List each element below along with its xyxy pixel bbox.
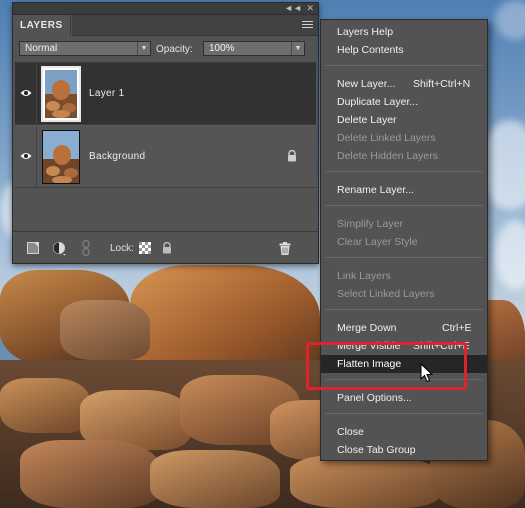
menu-item-label: Select Linked Layers bbox=[337, 288, 435, 300]
menu-item-simplify-layer: Simplify Layer bbox=[321, 215, 487, 233]
layer-name: Layer 1 bbox=[89, 88, 125, 99]
panel-bottom-toolbar: Lock: bbox=[13, 231, 318, 263]
adjustment-layer-icon[interactable] bbox=[53, 242, 67, 256]
layer-thumbnail bbox=[41, 66, 81, 122]
visibility-toggle[interactable] bbox=[15, 63, 37, 124]
trash-icon[interactable] bbox=[279, 242, 291, 255]
highlight-callout bbox=[306, 342, 467, 390]
menu-item-rename-layer[interactable]: Rename Layer... bbox=[321, 181, 487, 199]
lock-all-icon[interactable] bbox=[161, 242, 173, 254]
opacity-field[interactable]: 100% ▼ bbox=[203, 41, 305, 56]
menu-item-label: Simplify Layer bbox=[337, 218, 403, 230]
collapse-panel-icon[interactable]: ◄◄ bbox=[284, 3, 302, 14]
layer-options-row: Normal ▼ Opacity: 100% ▼ bbox=[13, 36, 318, 62]
menu-item-label: Clear Layer Style bbox=[337, 236, 418, 248]
visibility-toggle[interactable] bbox=[15, 126, 37, 187]
rock bbox=[150, 450, 280, 508]
menu-item-panel-options[interactable]: Panel Options... bbox=[321, 389, 487, 407]
tab-strip bbox=[72, 15, 318, 36]
menu-item-label: Close Tab Group bbox=[337, 444, 416, 456]
menu-item-label: New Layer... bbox=[337, 78, 396, 90]
tab-layers[interactable]: LAYERS bbox=[13, 15, 71, 36]
menu-item-delete-layer[interactable]: Delete Layer bbox=[321, 111, 487, 129]
link-layers-icon[interactable] bbox=[81, 240, 91, 256]
layer-row-background[interactable]: Background bbox=[15, 126, 316, 188]
lock-icon bbox=[288, 150, 296, 162]
menu-item-help-contents[interactable]: Help Contents bbox=[321, 41, 487, 59]
blend-mode-value: Normal bbox=[25, 43, 58, 54]
menu-item-select-linked-layers: Select Linked Layers bbox=[321, 285, 487, 303]
eye-icon bbox=[20, 153, 32, 159]
menu-separator bbox=[325, 171, 483, 172]
panel-menu-icon[interactable] bbox=[302, 21, 313, 30]
layers-list: Layer 1 Background bbox=[15, 62, 316, 188]
opacity-label: Opacity: bbox=[156, 44, 193, 55]
menu-item-label: Delete Hidden Layers bbox=[337, 150, 438, 162]
chevron-down-icon: ▼ bbox=[291, 42, 304, 55]
eye-icon bbox=[20, 90, 32, 96]
menu-item-label: Delete Layer bbox=[337, 114, 397, 126]
menu-item-label: Merge Down bbox=[337, 322, 397, 334]
chevron-down-icon: ▼ bbox=[137, 42, 150, 55]
menu-item-close-tab-group[interactable]: Close Tab Group bbox=[321, 441, 487, 459]
menu-item-label: Layers Help bbox=[337, 26, 394, 38]
menu-item-link-layers: Link Layers bbox=[321, 267, 487, 285]
layer-name: Background bbox=[89, 151, 146, 162]
mouse-pointer-icon bbox=[420, 363, 434, 383]
menu-item-duplicate-layer[interactable]: Duplicate Layer... bbox=[321, 93, 487, 111]
blend-mode-select[interactable]: Normal ▼ bbox=[19, 41, 151, 56]
menu-separator bbox=[325, 413, 483, 414]
menu-item-label: Duplicate Layer... bbox=[337, 96, 419, 108]
menu-item-clear-layer-style: Clear Layer Style bbox=[321, 233, 487, 251]
menu-item-delete-hidden-layers: Delete Hidden Layers bbox=[321, 147, 487, 165]
rock bbox=[0, 378, 90, 433]
menu-item-shortcut: Shift+Ctrl+N bbox=[413, 78, 471, 90]
rock bbox=[290, 455, 440, 508]
close-panel-icon[interactable]: ✕ bbox=[306, 3, 314, 14]
menu-item-label: Panel Options... bbox=[337, 392, 412, 404]
lock-label: Lock: bbox=[110, 243, 134, 254]
menu-item-delete-linked-layers: Delete Linked Layers bbox=[321, 129, 487, 147]
layer-row-layer-1[interactable]: Layer 1 bbox=[15, 63, 316, 125]
layer-thumbnail bbox=[42, 130, 80, 184]
menu-separator bbox=[325, 257, 483, 258]
opacity-value: 100% bbox=[209, 43, 235, 54]
menu-item-layers-help[interactable]: Layers Help bbox=[321, 23, 487, 41]
menu-item-label: Help Contents bbox=[337, 44, 404, 56]
menu-item-new-layer[interactable]: New Layer... Shift+Ctrl+N bbox=[321, 75, 487, 93]
menu-item-close[interactable]: Close bbox=[321, 423, 487, 441]
menu-item-label: Link Layers bbox=[337, 270, 391, 282]
menu-item-label: Rename Layer... bbox=[337, 184, 415, 196]
menu-separator bbox=[325, 309, 483, 310]
menu-item-label: Close bbox=[337, 426, 364, 438]
panel-flyout-menu: Layers Help Help Contents New Layer... Sh… bbox=[320, 19, 488, 461]
rock bbox=[60, 300, 150, 360]
menu-item-shortcut: Ctrl+E bbox=[442, 322, 472, 334]
lock-transparent-pixels-icon[interactable] bbox=[139, 242, 151, 254]
rock bbox=[20, 440, 160, 508]
panel-title-strip: ◄◄ ✕ bbox=[13, 3, 318, 15]
new-layer-icon[interactable] bbox=[27, 242, 39, 254]
menu-item-merge-down[interactable]: Merge Down Ctrl+E bbox=[321, 319, 487, 337]
menu-item-label: Delete Linked Layers bbox=[337, 132, 436, 144]
layers-panel: ◄◄ ✕ LAYERS Normal ▼ Opacity: 100% ▼ Lay… bbox=[12, 2, 319, 264]
menu-separator bbox=[325, 205, 483, 206]
menu-separator bbox=[325, 65, 483, 66]
